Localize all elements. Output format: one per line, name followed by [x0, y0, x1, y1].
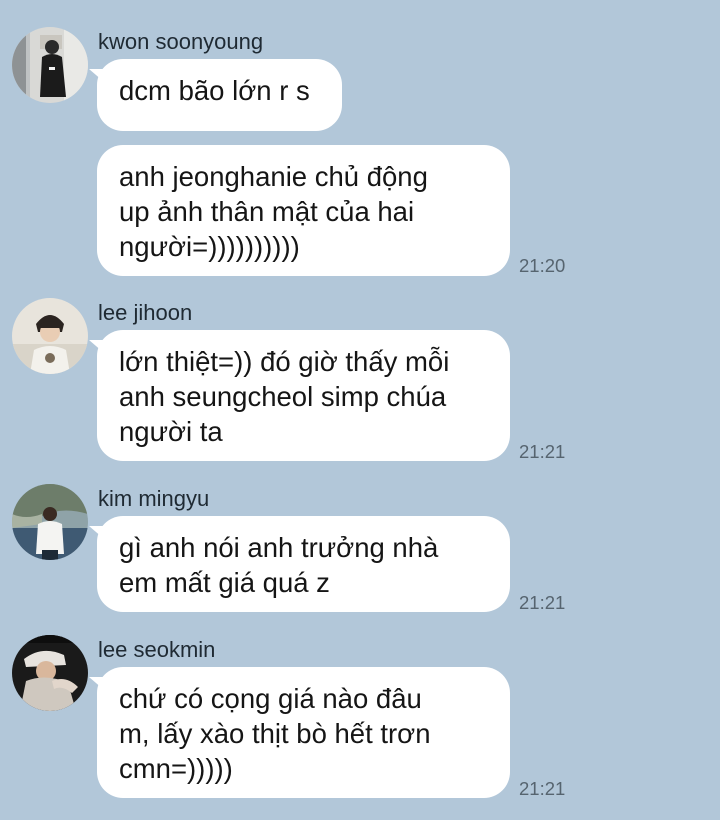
- message-text: người ta: [119, 416, 223, 447]
- message-text: chứ có cọng giá nào đâu: [119, 683, 422, 714]
- sender-name: lee seokmin: [98, 637, 216, 662]
- message-bubble[interactable]: chứ có cọng giá nào đâu m, lấy xào thịt …: [89, 667, 510, 798]
- profile-photo-icon: [12, 635, 88, 711]
- sender-name: kwon soonyoung: [98, 29, 264, 54]
- message-text: lớn thiệt=)) đó giờ thấy mỗi: [119, 346, 450, 377]
- message-bubble[interactable]: lớn thiệt=)) đó giờ thấy mỗi anh seungch…: [89, 330, 510, 461]
- message-text: người=)))))))))): [119, 231, 300, 262]
- message-time: 21:21: [519, 441, 566, 462]
- message-time: 21:21: [519, 592, 566, 613]
- message-text: anh jeonghanie chủ động: [119, 161, 428, 192]
- message-text: up ảnh thân mật của hai: [119, 196, 415, 227]
- chat-window: kwon soonyoung dcm bão lớn r s anh jeong…: [0, 0, 720, 820]
- message-time: 21:20: [519, 255, 566, 276]
- profile-photo-icon: [12, 298, 88, 374]
- profile-photo-icon: [12, 27, 88, 103]
- message-bubble[interactable]: anh jeonghanie chủ động up ảnh thân mật …: [97, 145, 510, 276]
- profile-photo-icon: [12, 484, 88, 560]
- message-text: m, lấy xào thịt bò hết trơn: [119, 718, 431, 749]
- sender-name: lee jihoon: [98, 300, 193, 325]
- message-text: dcm bão lớn r s: [119, 75, 310, 106]
- message-text: anh seungcheol simp chúa: [119, 381, 447, 412]
- message-text: em mất giá quá z: [119, 567, 330, 598]
- avatar-kwon-soonyoung[interactable]: [12, 27, 88, 103]
- avatar-lee-jihoon[interactable]: [12, 298, 88, 374]
- message-text: cmn=))))): [119, 753, 233, 784]
- message-bubble[interactable]: gì anh nói anh trưởng nhà em mất giá quá…: [89, 516, 510, 612]
- sender-name: kim mingyu: [98, 486, 210, 511]
- avatar-lee-seokmin[interactable]: [12, 635, 88, 711]
- avatar-kim-mingyu[interactable]: [12, 484, 88, 560]
- message-time: 21:21: [519, 778, 566, 799]
- message-bubble[interactable]: dcm bão lớn r s: [89, 59, 342, 131]
- message-text: gì anh nói anh trưởng nhà: [119, 532, 439, 563]
